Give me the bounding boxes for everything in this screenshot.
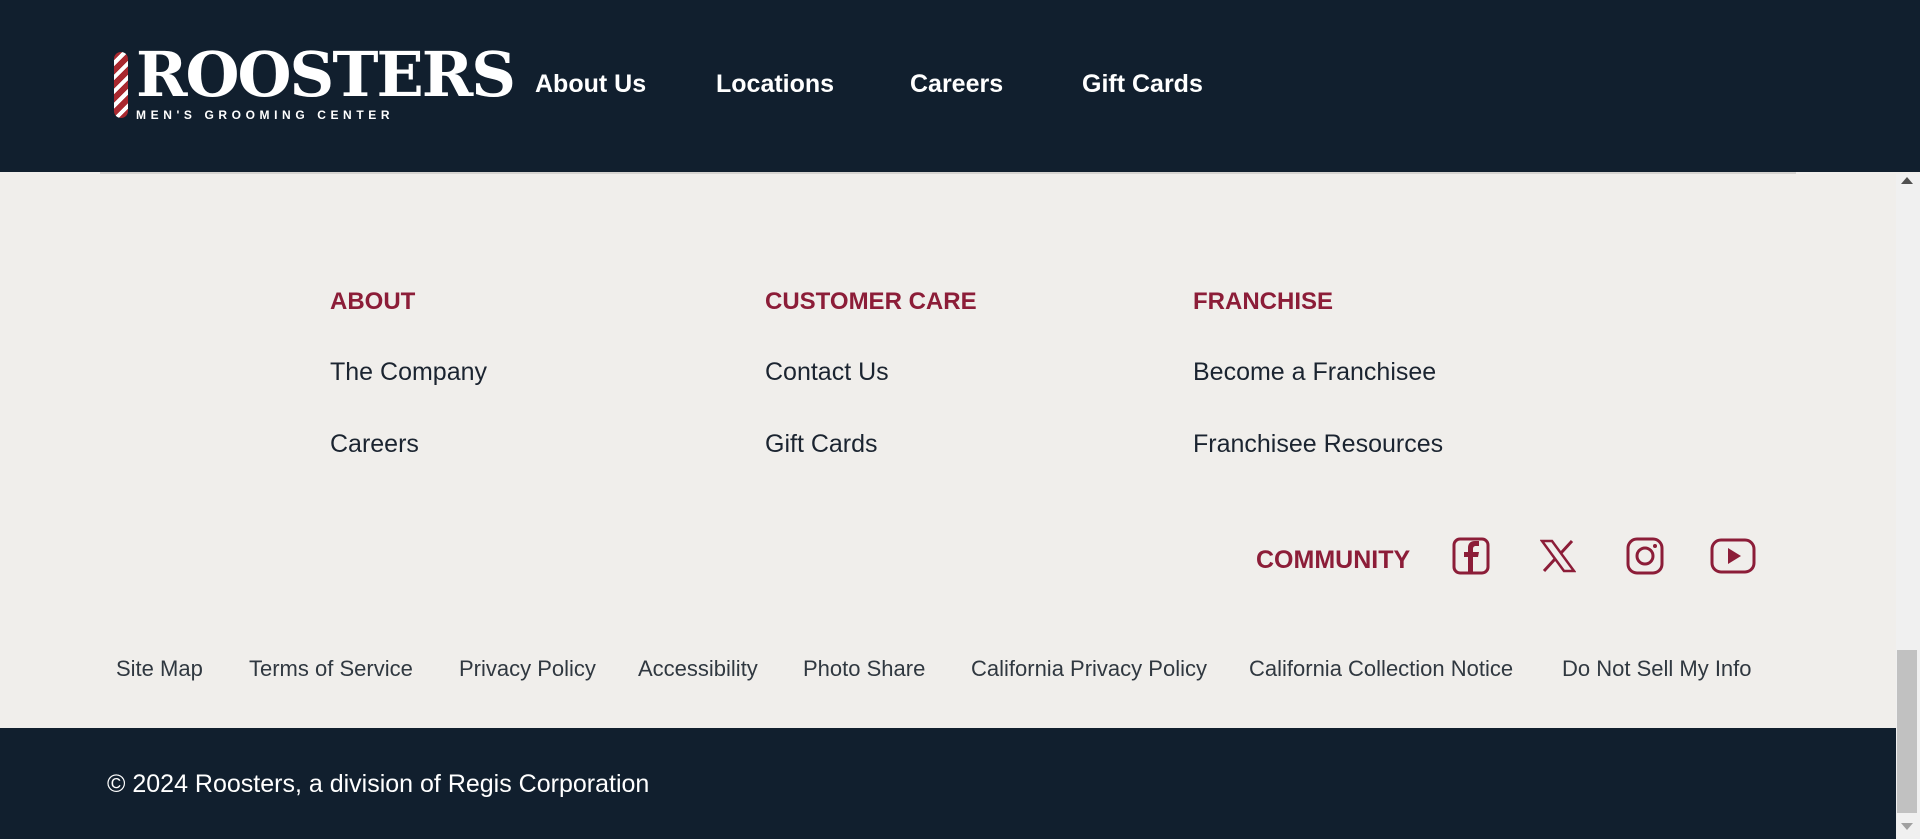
footer-link-gift-cards[interactable]: Gift Cards xyxy=(765,430,878,459)
legal-link-terms-of-service[interactable]: Terms of Service xyxy=(249,656,413,682)
footer-link-franchisee-resources[interactable]: Franchisee Resources xyxy=(1193,430,1443,459)
legal-link-california-privacy-policy[interactable]: California Privacy Policy xyxy=(971,656,1207,682)
footer-link-the-company[interactable]: The Company xyxy=(330,358,487,387)
site-header: ROOSTERS MEN'S GROOMING CENTER About Us … xyxy=(0,0,1920,172)
copyright-text: © 2024 Roosters, a division of Regis Cor… xyxy=(107,770,650,798)
logo-tagline: MEN'S GROOMING CENTER xyxy=(136,108,395,122)
roosters-logo[interactable]: ROOSTERS MEN'S GROOMING CENTER xyxy=(112,44,516,128)
scrollbar-thumb[interactable] xyxy=(1897,650,1917,813)
footer-link-become-a-franchisee[interactable]: Become a Franchisee xyxy=(1193,358,1436,387)
footer-heading-about: ABOUT xyxy=(330,288,416,315)
nav-gift-cards[interactable]: Gift Cards xyxy=(1082,70,1203,99)
header-divider xyxy=(100,172,1796,174)
youtube-icon[interactable] xyxy=(1710,534,1756,578)
legal-link-accessibility[interactable]: Accessibility xyxy=(638,656,758,682)
logo-wordmark: ROOSTERS xyxy=(136,38,516,111)
footer-heading-customer-care: CUSTOMER CARE xyxy=(765,288,977,315)
nav-locations[interactable]: Locations xyxy=(716,70,834,99)
x-icon[interactable] xyxy=(1536,534,1580,578)
legal-link-california-collection-notice[interactable]: California Collection Notice xyxy=(1249,656,1513,682)
instagram-icon[interactable] xyxy=(1623,534,1667,578)
scroll-up-arrow-icon[interactable] xyxy=(1901,177,1913,184)
legal-link-privacy-policy[interactable]: Privacy Policy xyxy=(459,656,596,682)
footer-heading-franchise: FRANCHISE xyxy=(1193,288,1334,315)
facebook-icon[interactable] xyxy=(1449,534,1493,578)
scroll-down-arrow-icon[interactable] xyxy=(1901,823,1913,830)
barber-pole-icon xyxy=(114,52,128,118)
legal-link-site-map[interactable]: Site Map xyxy=(116,656,203,682)
nav-careers[interactable]: Careers xyxy=(910,70,1003,99)
community-label: COMMUNITY xyxy=(1256,546,1411,574)
nav-about-us[interactable]: About Us xyxy=(535,70,646,99)
footer-link-contact-us[interactable]: Contact Us xyxy=(765,358,889,387)
footer-link-careers[interactable]: Careers xyxy=(330,430,419,459)
legal-link-do-not-sell-my-info[interactable]: Do Not Sell My Info xyxy=(1562,656,1752,682)
legal-link-photo-share[interactable]: Photo Share xyxy=(803,656,925,682)
